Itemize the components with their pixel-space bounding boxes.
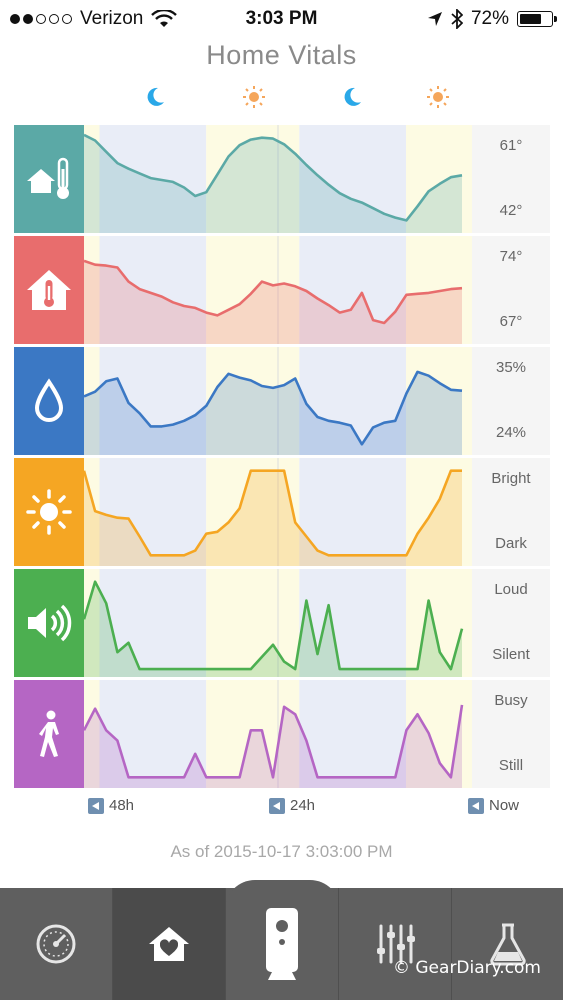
- range-max-label: 61°: [499, 137, 523, 154]
- vital-row-indoor-temperature[interactable]: 74° 67°: [14, 236, 550, 344]
- watermark: © GearDiary.com: [392, 958, 541, 978]
- sun-icon: [427, 86, 449, 108]
- last-updated-text: As of 2015-10-17 3:03:00 PM: [170, 842, 393, 861]
- indoor-temperature-range: 74° 67°: [472, 236, 550, 344]
- humidity-drop-icon: [34, 378, 64, 422]
- light-tile: [14, 458, 84, 566]
- indoor-temperature-tile: [14, 236, 84, 344]
- tab-dashboard[interactable]: [0, 888, 113, 1000]
- day-band: [206, 569, 300, 677]
- camera-device-icon: [266, 908, 298, 980]
- range-max-label: Bright: [491, 470, 531, 487]
- range-min-label: 24%: [495, 424, 527, 441]
- humidity-range: 35% 24%: [472, 347, 550, 455]
- time-marker-24h[interactable]: 24h: [269, 797, 315, 814]
- range-min-label: Dark: [495, 535, 527, 552]
- sound-tile: [14, 569, 84, 677]
- tab-home[interactable]: [113, 888, 226, 1000]
- vital-row-light[interactable]: Bright Dark: [14, 458, 550, 566]
- outdoor-temperature-icon: [27, 157, 69, 199]
- gauge-icon: [36, 924, 76, 964]
- time-marker-now[interactable]: Now: [468, 797, 519, 814]
- location-arrow-icon: [427, 12, 442, 26]
- vital-row-motion[interactable]: Busy Still: [14, 680, 550, 788]
- walking-person-icon: [39, 710, 59, 757]
- speaker-sound-icon: [28, 604, 72, 642]
- moon-icon: [147, 87, 164, 106]
- range-min-label: Still: [498, 757, 524, 774]
- moon-icon: [344, 87, 361, 106]
- page-title: Home Vitals: [206, 40, 357, 70]
- time-marker-label: 24h: [290, 797, 316, 814]
- range-max-label: Loud: [494, 581, 528, 598]
- home-heart-icon: [149, 927, 189, 961]
- vitals-chart-area: 61° 42° 74° 67° 35% 24% Bright Dark Loud…: [14, 125, 550, 790]
- light-graph: [84, 458, 472, 566]
- bottom-tab-bar: [0, 880, 563, 1000]
- motion-range: Busy Still: [472, 680, 550, 788]
- status-bar: Verizon 3:03 PM 72%: [0, 0, 563, 38]
- humidity-tile: [14, 347, 84, 455]
- rewind-icon: [468, 797, 484, 814]
- time-axis: 48h 24h Now: [0, 795, 563, 821]
- vital-row-sound[interactable]: Loud Silent: [14, 569, 550, 677]
- bluetooth-icon: [451, 9, 463, 29]
- rewind-icon: [269, 797, 285, 814]
- motion-graph: [84, 680, 472, 788]
- sun-light-icon: [26, 489, 72, 535]
- outdoor-temperature-graph: [84, 125, 472, 233]
- range-max-label: Busy: [494, 692, 528, 709]
- outdoor-temperature-tile: [14, 125, 84, 233]
- indoor-temperature-icon: [27, 270, 71, 310]
- battery-percent: 72%: [470, 8, 509, 29]
- time-marker-48h[interactable]: 48h: [88, 797, 134, 814]
- light-range: Bright Dark: [472, 458, 550, 566]
- day-night-indicator: [0, 85, 563, 115]
- vital-row-outdoor-temperature[interactable]: 61° 42°: [14, 125, 550, 233]
- range-min-label: 67°: [499, 313, 523, 330]
- time-marker-label: Now: [489, 797, 520, 814]
- outdoor-temperature-range: 61° 42°: [472, 125, 550, 233]
- sun-icon: [243, 86, 265, 108]
- tab-camera[interactable]: [226, 888, 339, 1000]
- sound-range: Loud Silent: [472, 569, 550, 677]
- motion-tile: [14, 680, 84, 788]
- battery-icon: [517, 11, 557, 27]
- vital-row-humidity[interactable]: 35% 24%: [14, 347, 550, 455]
- sound-graph: [84, 569, 472, 677]
- range-min-label: 42°: [499, 202, 523, 219]
- indoor-temperature-graph: [84, 236, 472, 344]
- humidity-graph: [84, 347, 472, 455]
- tab-settings[interactable]: [339, 888, 452, 1000]
- range-max-label: 35%: [495, 359, 527, 376]
- status-right: 72%: [427, 8, 557, 30]
- rewind-icon: [88, 797, 104, 814]
- time-marker-label: 48h: [109, 797, 135, 814]
- range-min-label: Silent: [492, 646, 530, 663]
- range-max-label: 74°: [499, 248, 523, 265]
- tab-lab[interactable]: [452, 888, 563, 1000]
